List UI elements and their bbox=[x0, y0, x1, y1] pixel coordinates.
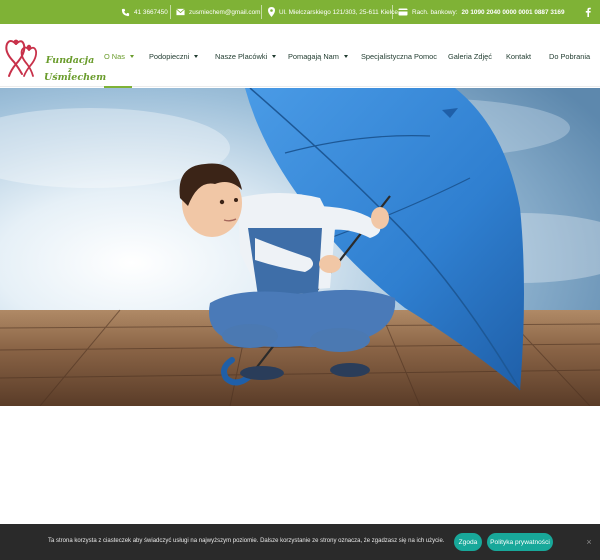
chevron-down-icon bbox=[272, 54, 277, 58]
logo-wordmark: Fundacja z Uśmiechem bbox=[44, 55, 107, 83]
hearts-logo-icon bbox=[5, 39, 38, 77]
topbar-divider bbox=[392, 5, 393, 19]
accept-cookies-button[interactable]: Zgoda bbox=[454, 533, 482, 551]
site-header: Fundacja z Uśmiechem O Nas Podopieczni N… bbox=[0, 24, 600, 88]
bank-number: 20 1090 2040 0000 0001 0887 3169 bbox=[461, 8, 565, 16]
close-icon[interactable]: × bbox=[583, 536, 595, 548]
nav-item-do-pobrania[interactable]: Do Pobrania bbox=[549, 48, 590, 64]
address-text: Ul. Mielczarskiego 121/303, 25-611 Kielc… bbox=[279, 8, 398, 16]
bank-label: Rach. bankowy: bbox=[412, 8, 458, 16]
phone-icon bbox=[121, 8, 130, 16]
phone-number: 41 3667450 bbox=[134, 8, 168, 16]
map-pin-icon bbox=[268, 7, 275, 17]
content-area bbox=[0, 406, 600, 524]
top-info-bar: 41 3667450 zusmiechem@gmail.com Ul. Miel… bbox=[0, 0, 600, 24]
cookie-consent-bar: Ta strona korzysta z ciasteczek aby świa… bbox=[0, 524, 600, 560]
email-contact[interactable]: zusmiechem@gmail.com bbox=[176, 0, 260, 24]
chevron-down-icon bbox=[343, 54, 348, 58]
privacy-policy-button[interactable]: Polityka prywatności bbox=[487, 533, 553, 551]
facebook-icon bbox=[585, 7, 591, 17]
hero-banner-image bbox=[0, 88, 600, 406]
topbar-divider bbox=[261, 5, 262, 19]
address-contact: Ul. Mielczarskiego 121/303, 25-611 Kielc… bbox=[268, 0, 398, 24]
nav-item-o-nas[interactable]: O Nas bbox=[104, 48, 134, 64]
boy-with-umbrella-illustration bbox=[0, 88, 600, 406]
envelope-icon bbox=[176, 8, 185, 16]
email-address: zusmiechem@gmail.com bbox=[189, 8, 261, 16]
nav-item-kontakt[interactable]: Kontakt bbox=[506, 48, 531, 64]
nav-item-galeria-zdjec[interactable]: Galeria Zdjęć bbox=[448, 48, 492, 64]
site-logo[interactable]: Fundacja z Uśmiechem bbox=[4, 36, 107, 83]
nav-item-podopieczni[interactable]: Podopieczni bbox=[149, 48, 199, 64]
cookie-message: Ta strona korzysta z ciasteczek aby świa… bbox=[48, 538, 445, 544]
facebook-link[interactable] bbox=[585, 0, 591, 24]
bank-card-icon bbox=[398, 8, 408, 16]
phone-contact[interactable]: 41 3667450 bbox=[121, 0, 168, 24]
chevron-down-icon bbox=[194, 54, 199, 58]
topbar-divider bbox=[170, 5, 171, 19]
nav-item-specjalistyczna-pomoc[interactable]: Specjalistyczna Pomoc bbox=[361, 48, 437, 64]
chevron-down-icon bbox=[129, 54, 134, 58]
bank-account: Rach. bankowy: 20 1090 2040 0000 0001 08… bbox=[398, 0, 565, 24]
nav-item-nasze-placowki[interactable]: Nasze Placówki bbox=[215, 48, 277, 64]
nav-item-pomagaja-nam[interactable]: Pomagają Nam bbox=[288, 48, 348, 64]
